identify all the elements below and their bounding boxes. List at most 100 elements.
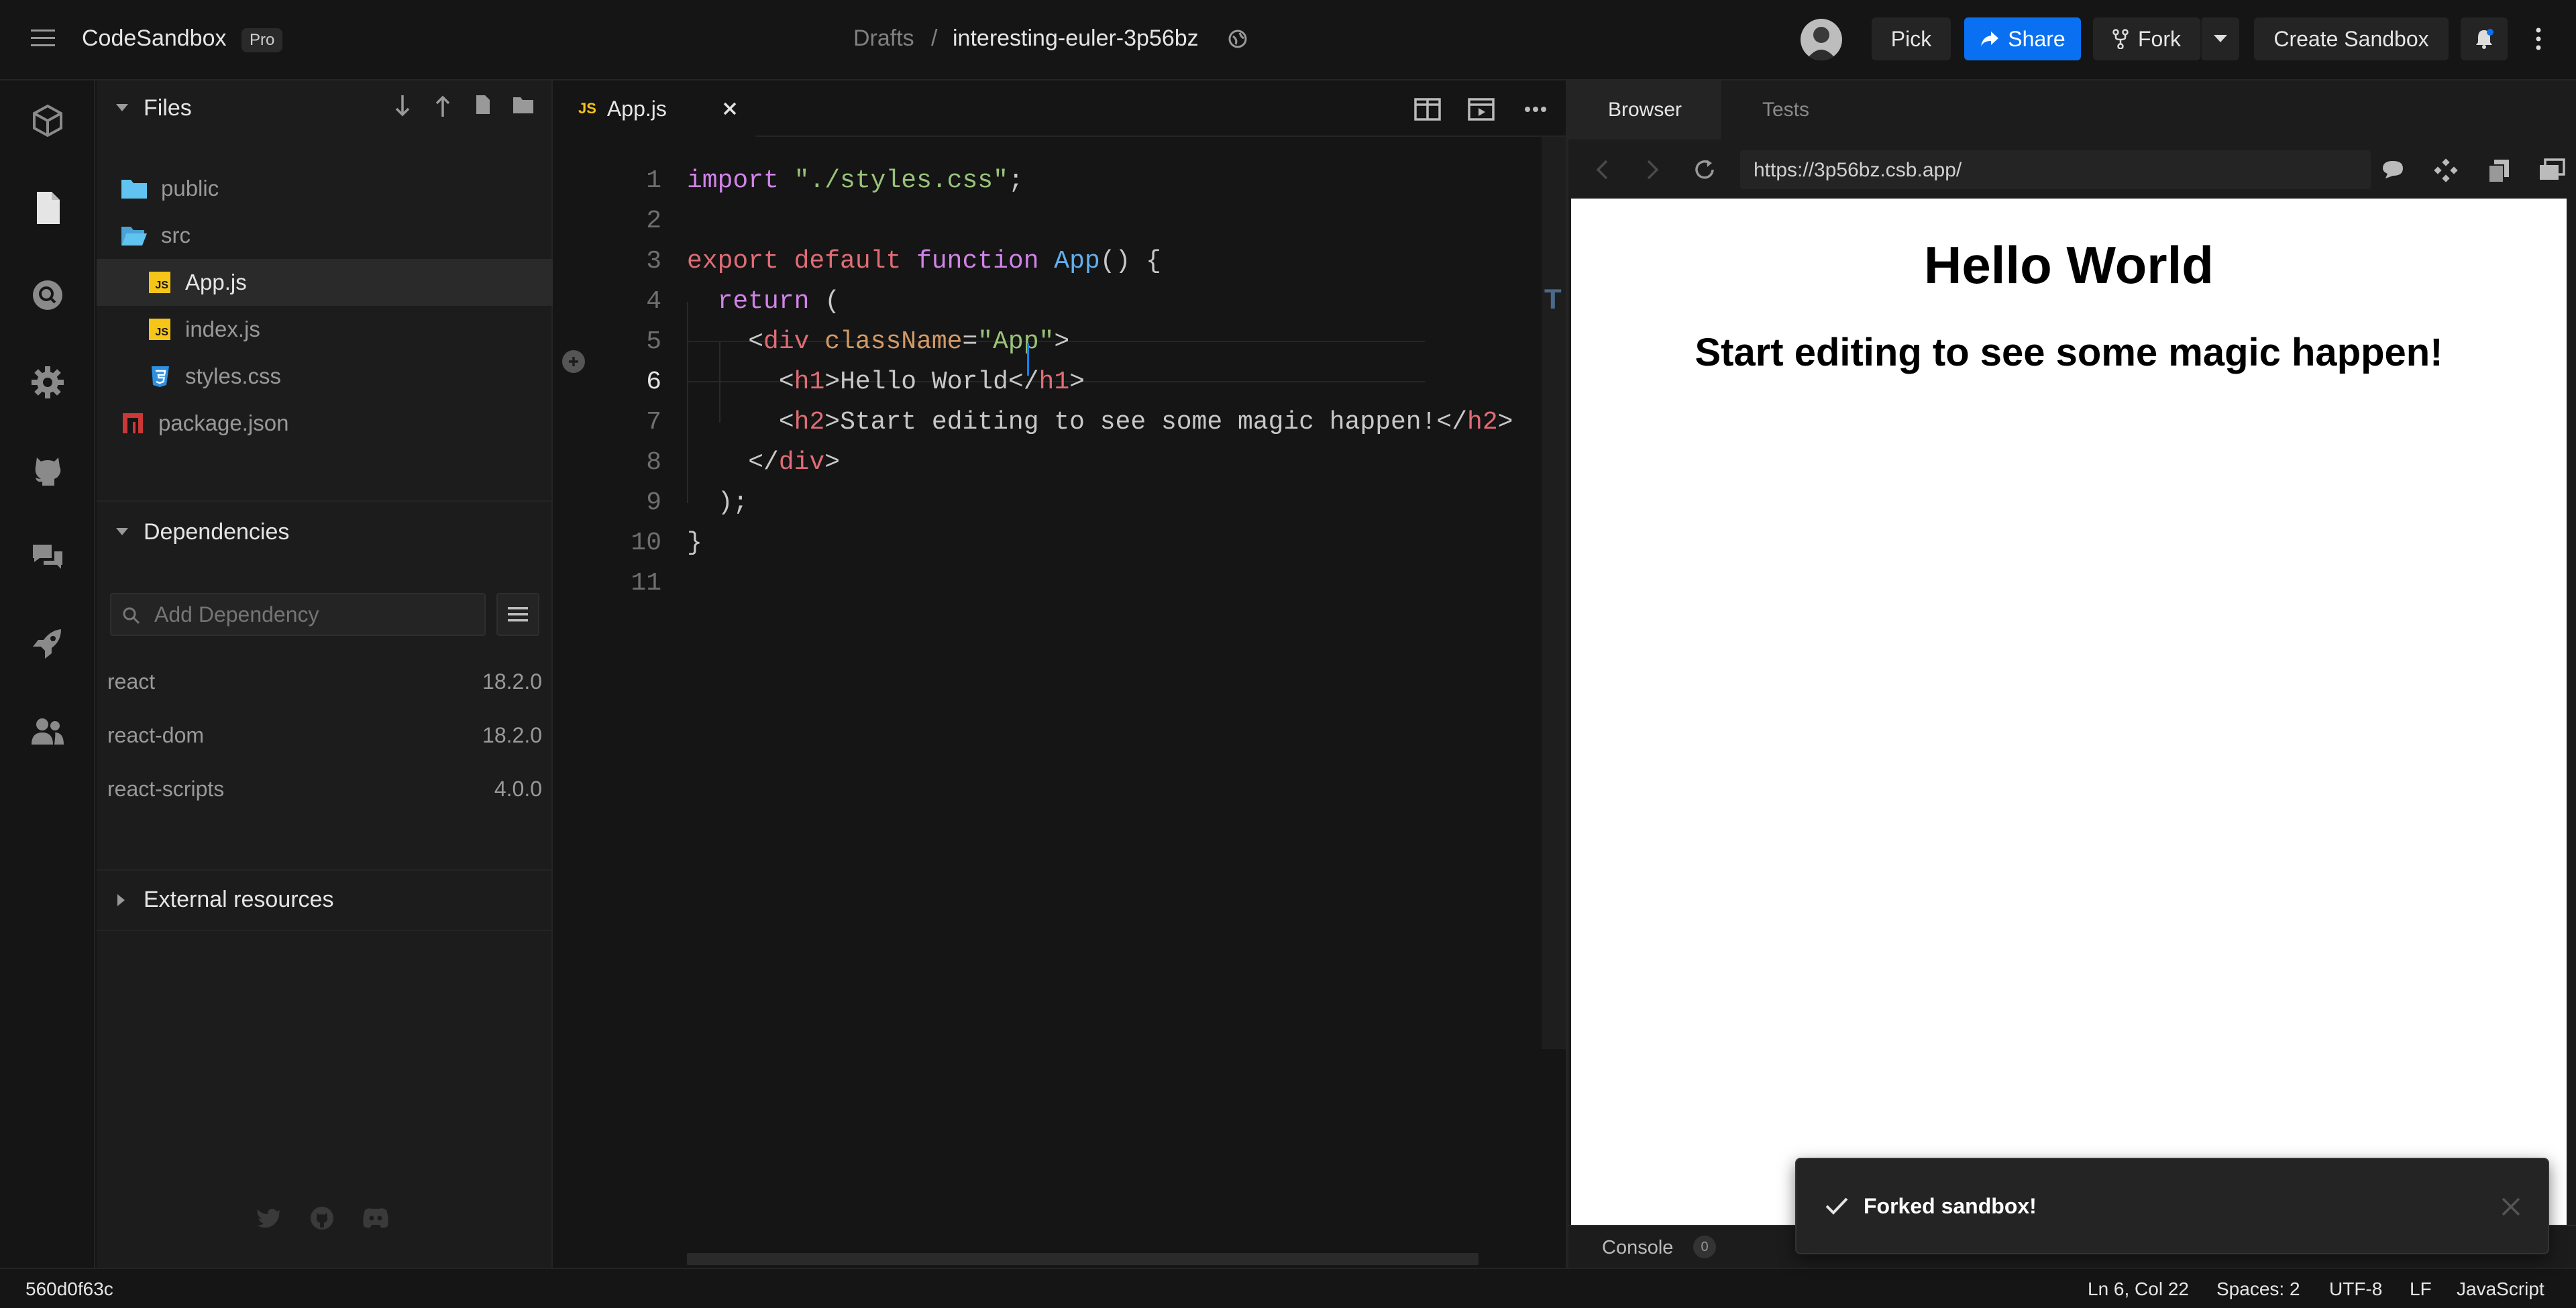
copy-icon[interactable] <box>2487 158 2510 182</box>
list-icon <box>508 607 528 622</box>
tree-file-styles-css[interactable]: styles.css <box>97 353 553 400</box>
close-icon[interactable] <box>2501 1197 2521 1217</box>
code-line[interactable]: 10} <box>554 523 1566 563</box>
brand-name[interactable]: CodeSandbox <box>82 25 227 52</box>
tab-browser[interactable]: Browser <box>1568 80 1721 140</box>
tree-file-package-json[interactable]: package.json <box>97 400 553 447</box>
code-text: <h1>Hello World</h1> <box>687 368 1085 396</box>
code-line[interactable]: 6 <h1>Hello World</h1> <box>554 362 1566 402</box>
horizontal-scrollbar[interactable] <box>687 1253 1479 1265</box>
fork-options-dropdown[interactable] <box>2200 17 2239 60</box>
code-line[interactable]: 9 ); <box>554 483 1566 523</box>
close-tab-icon[interactable] <box>723 102 737 115</box>
code-editor-pane: JS App.js 1 import "./styles.css"; 2 3 expor… <box>554 80 1566 1268</box>
rendered-h1: Hello World <box>1924 235 2214 294</box>
code-line[interactable]: 5 <div className="App"> <box>554 322 1566 362</box>
encoding[interactable]: UTF-8 <box>2329 1278 2382 1300</box>
discord-icon[interactable] <box>362 1207 389 1229</box>
fork-button[interactable]: Fork <box>2093 17 2200 60</box>
fork-button-label: Fork <box>2138 26 2181 51</box>
breadcrumb-folder[interactable]: Drafts <box>853 25 914 52</box>
dependency-version: 4.0.0 <box>494 776 542 801</box>
folder-open-icon <box>121 227 147 246</box>
divider <box>97 930 553 931</box>
add-dependency-input[interactable] <box>154 600 476 629</box>
folder-icon <box>121 180 147 199</box>
tree-file-app-js[interactable]: JS App.js <box>97 259 553 306</box>
tree-item-label: styles.css <box>185 364 282 388</box>
cursor-position[interactable]: Ln 6, Col 22 <box>2088 1278 2189 1300</box>
github-icon[interactable] <box>30 452 65 487</box>
dependency-name: react-dom <box>107 722 205 747</box>
sandbox-info-icon[interactable] <box>30 103 65 138</box>
tree-folder-public[interactable]: public <box>97 165 553 212</box>
collapse-all-icon[interactable] <box>394 94 411 118</box>
line-number: 2 <box>646 207 661 235</box>
divider <box>97 869 553 871</box>
code-line[interactable]: 11 <box>554 563 1566 604</box>
upload-file-icon[interactable] <box>435 94 451 118</box>
more-menu-icon[interactable] <box>2530 27 2546 51</box>
share-button[interactable]: Share <box>1964 17 2081 60</box>
code-line[interactable]: 1 import "./styles.css"; <box>554 161 1566 201</box>
check-icon <box>1825 1197 1848 1215</box>
code-text: import "./styles.css"; <box>687 166 1024 195</box>
tab-tests[interactable]: Tests <box>1721 80 1850 140</box>
code-line[interactable]: 4 return ( <box>554 282 1566 322</box>
search-icon[interactable] <box>30 278 65 313</box>
code-line[interactable]: 2 <box>554 201 1566 241</box>
language-mode[interactable]: JavaScript <box>2457 1278 2544 1300</box>
dependencies-section-header[interactable]: Dependencies <box>97 504 553 558</box>
more-horizontal-icon[interactable] <box>1524 106 1547 113</box>
tree-file-index-js[interactable]: JS index.js <box>97 306 553 353</box>
code-text: ); <box>687 488 749 517</box>
browser-viewport[interactable]: Hello World Start editing to see some ma… <box>1571 199 2567 1225</box>
live-users-icon[interactable] <box>30 714 65 749</box>
menu-icon[interactable] <box>31 28 55 48</box>
split-view-icon[interactable] <box>1414 98 1441 121</box>
pick-button-label: Pick <box>1890 26 1932 51</box>
files-section-header[interactable]: Files <box>97 80 553 134</box>
preview-window-icon[interactable] <box>1468 98 1495 121</box>
deploy-rocket-icon[interactable] <box>30 626 65 661</box>
dependency-row-react-scripts[interactable]: react-scripts 4.0.0 <box>107 769 542 809</box>
twitter-icon[interactable] <box>256 1207 282 1229</box>
globe-icon[interactable] <box>1228 29 1248 49</box>
file-explorer-icon[interactable] <box>30 190 65 225</box>
github-icon[interactable] <box>310 1206 334 1230</box>
new-folder-icon[interactable] <box>513 95 534 114</box>
user-avatar[interactable] <box>1801 19 1842 60</box>
forward-arrow-icon[interactable] <box>1646 160 1660 180</box>
css-file-icon <box>152 366 169 387</box>
code-line[interactable]: 3 export default function App() { <box>554 241 1566 282</box>
comment-bubble-icon[interactable] <box>2381 160 2404 180</box>
refresh-icon[interactable] <box>1693 158 1716 181</box>
line-ending[interactable]: LF <box>2410 1278 2432 1300</box>
line-number: 3 <box>646 247 661 276</box>
dependency-name: react <box>107 669 156 694</box>
dependency-row-react-dom[interactable]: react-dom 18.2.0 <box>107 715 542 755</box>
notifications-button[interactable] <box>2461 17 2508 60</box>
code-line[interactable]: 7 <h2>Start editing to see some magic ha… <box>554 402 1566 443</box>
add-dependency-search[interactable] <box>110 593 486 636</box>
open-new-window-icon[interactable] <box>2538 158 2565 181</box>
overview-ruler-marker: T <box>1544 283 1562 315</box>
sandbox-name[interactable]: interesting-euler-3p56bz <box>953 25 1199 52</box>
code-text: return ( <box>717 287 841 316</box>
dependency-options-button[interactable] <box>496 593 539 636</box>
external-resources-section-header[interactable]: External resources <box>97 873 553 927</box>
responsive-mode-icon[interactable] <box>2434 158 2458 182</box>
url-bar[interactable]: https://3p56bz.csb.app/ <box>1740 150 2371 189</box>
npm-file-icon <box>123 413 143 433</box>
create-sandbox-button[interactable]: Create Sandbox <box>2254 17 2449 60</box>
code-line[interactable]: 8 </div> <box>554 443 1566 483</box>
pick-button[interactable]: Pick <box>1872 17 1951 60</box>
comments-icon[interactable] <box>30 539 65 574</box>
new-file-icon[interactable] <box>475 94 491 115</box>
tab-app-js[interactable]: JS App.js <box>554 80 755 137</box>
dependency-row-react[interactable]: react 18.2.0 <box>107 661 542 702</box>
tree-folder-src[interactable]: src <box>97 212 553 259</box>
gear-icon[interactable] <box>30 365 65 400</box>
indentation[interactable]: Spaces: 2 <box>2216 1278 2300 1300</box>
back-arrow-icon[interactable] <box>1595 160 1609 180</box>
